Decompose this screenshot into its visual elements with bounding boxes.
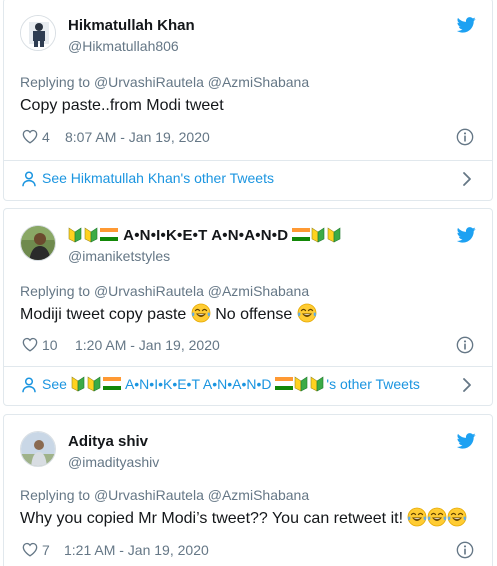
replying-to-label: Replying to (20, 283, 91, 299)
user-handle[interactable]: @imadityashiv (68, 453, 159, 471)
mention-link[interactable]: @UrvashiRautela (94, 283, 204, 299)
mention-link[interactable]: @AzmiShabana (208, 74, 309, 90)
mention-link[interactable]: @UrvashiRautela (94, 487, 204, 503)
divider (4, 366, 492, 367)
beginner-leaf-icon (87, 376, 101, 392)
other-tweets-link[interactable]: See A•N•I•K•E•T A•N•A•N•D 's other Tweet… (20, 373, 476, 397)
tweet-text: Modiji tweet copy paste No offense (20, 303, 317, 326)
avatar[interactable] (20, 15, 56, 51)
display-name-text: A•N•I•K•E•T A•N•A•N•D (123, 227, 289, 244)
like-count: 10 (42, 337, 58, 353)
like-count: 4 (42, 129, 50, 145)
replying-to-label: Replying to (20, 74, 91, 90)
face-with-tears-of-joy-icon (447, 507, 467, 527)
timestamp[interactable]: 1:21 AM - Jan 19, 2020 (64, 542, 209, 558)
display-name[interactable]: A•N•I•K•E•T A•N•A•N•D (68, 227, 343, 245)
person-icon (22, 171, 36, 187)
chevron-right-icon[interactable] (462, 171, 472, 187)
twitter-bird-icon[interactable] (457, 227, 476, 243)
person-icon (22, 377, 36, 393)
beginner-leaf-icon (311, 227, 325, 243)
india-flag-icon (292, 228, 311, 241)
user-handle[interactable]: @Hikmatullah806 (68, 37, 195, 55)
other-tweets-name: A•N•I•K•E•T A•N•A•N•D (124, 376, 272, 392)
divider (4, 160, 492, 161)
india-flag-icon (100, 228, 118, 241)
mention-link[interactable]: @AzmiShabana (208, 283, 309, 299)
tweet-meta: 10 1:20 AM - Jan 19, 2020 (20, 335, 476, 355)
tweet-meta: 4 8:07 AM - Jan 19, 2020 (20, 127, 476, 147)
beginner-leaf-icon (71, 376, 85, 392)
face-with-tears-of-joy-icon (297, 303, 317, 323)
beginner-leaf-icon (310, 376, 324, 392)
replying-to: Replying to @UrvashiRautela @AzmiShabana (20, 74, 309, 90)
timestamp[interactable]: 1:20 AM - Jan 19, 2020 (75, 337, 220, 353)
tweet-text-part: No offense (215, 306, 293, 323)
india-flag-icon (102, 377, 121, 390)
beginner-leaf-icon (327, 227, 341, 243)
replying-to-label: Replying to (20, 487, 91, 503)
tweet-text: Copy paste..from Modi tweet (20, 97, 224, 114)
beginner-leaf-icon (68, 227, 82, 243)
chevron-right-icon[interactable] (462, 377, 472, 393)
other-tweets-label: See A•N•I•K•E•T A•N•A•N•D 's other Tweet… (42, 376, 420, 392)
display-name[interactable]: Aditya shiv (68, 433, 159, 451)
avatar[interactable] (20, 431, 56, 467)
beginner-leaf-icon (294, 376, 308, 392)
twitter-bird-icon[interactable] (457, 17, 476, 33)
mention-link[interactable]: @AzmiShabana (208, 487, 309, 503)
replying-to: Replying to @UrvashiRautela @AzmiShabana (20, 283, 309, 299)
tweet-text: Why you copied Mr Modi’s tweet?? You can… (20, 507, 467, 530)
info-icon[interactable] (456, 128, 474, 146)
display-name[interactable]: Hikmatullah Khan (68, 17, 195, 35)
info-icon[interactable] (456, 336, 474, 354)
tweet-meta: 7 1:21 AM - Jan 19, 2020 (20, 540, 476, 560)
tweet-text-part: Modiji tweet copy paste (20, 306, 187, 323)
tweet-text-part: Why you copied Mr Modi’s tweet?? You can… (20, 510, 404, 527)
tweet-header: Aditya shiv @imadityashiv (20, 431, 476, 475)
other-tweets-link[interactable]: See Hikmatullah Khan's other Tweets (20, 167, 476, 191)
heart-icon[interactable] (22, 542, 38, 557)
tweet-header: Hikmatullah Khan @Hikmatullah806 (20, 15, 476, 59)
avatar[interactable] (20, 225, 56, 261)
face-with-tears-of-joy-icon (407, 507, 427, 527)
heart-icon[interactable] (22, 129, 38, 144)
india-flag-icon (275, 377, 294, 390)
other-tweets-prefix: See (42, 376, 67, 392)
tweet-card[interactable]: Aditya shiv @imadityashiv Replying to @U… (3, 414, 493, 566)
other-tweets-suffix: 's other Tweets (326, 376, 420, 392)
like-count: 7 (42, 542, 50, 558)
beginner-leaf-icon (84, 227, 98, 243)
tweet-header: A•N•I•K•E•T A•N•A•N•D @imaniketstyles (20, 225, 476, 269)
twitter-bird-icon[interactable] (457, 433, 476, 449)
other-tweets-label: See Hikmatullah Khan's other Tweets (42, 170, 274, 186)
face-with-tears-of-joy-icon (427, 507, 447, 527)
timestamp[interactable]: 8:07 AM - Jan 19, 2020 (65, 129, 210, 145)
user-handle[interactable]: @imaniketstyles (68, 247, 343, 265)
tweet-card[interactable]: Hikmatullah Khan @Hikmatullah806 Replyin… (3, 0, 493, 201)
replying-to: Replying to @UrvashiRautela @AzmiShabana (20, 487, 309, 503)
face-with-tears-of-joy-icon (191, 303, 211, 323)
info-icon[interactable] (456, 541, 474, 559)
tweet-card[interactable]: A•N•I•K•E•T A•N•A•N•D @imaniketstyles Re… (3, 208, 493, 406)
mention-link[interactable]: @UrvashiRautela (94, 74, 204, 90)
heart-icon[interactable] (22, 337, 38, 352)
